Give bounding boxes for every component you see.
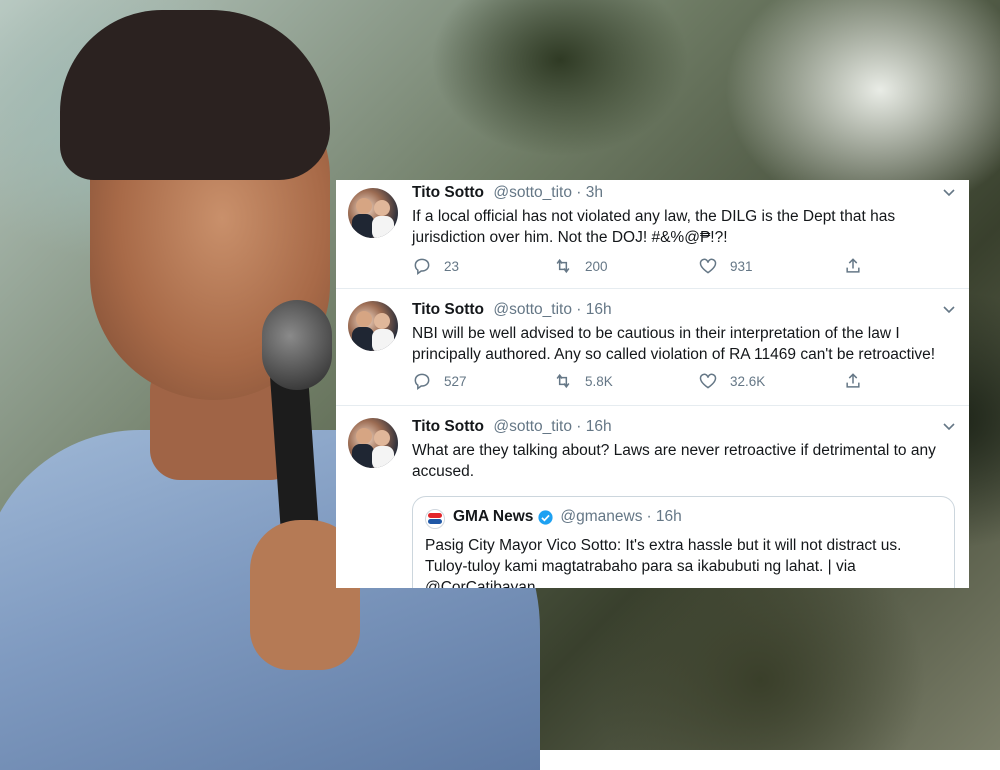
retweet-icon	[556, 373, 570, 389]
reply-button[interactable]: 23	[412, 256, 459, 276]
author-handle[interactable]: @sotto_tito	[493, 301, 572, 318]
tweet-time[interactable]: · 16h	[576, 418, 611, 435]
tweet-time[interactable]: · 16h	[576, 301, 611, 318]
author-name[interactable]: Tito Sotto	[412, 418, 484, 435]
gma-news-logo[interactable]	[425, 509, 445, 529]
tweet-actions: 23 200 931	[412, 256, 955, 278]
tweet[interactable]: Tito Sotto @sotto_tito · 16h NBI will be…	[336, 289, 969, 406]
chevron-down-icon[interactable]	[943, 186, 955, 198]
hair	[60, 10, 330, 180]
reply-icon	[414, 373, 430, 390]
share-icon	[846, 373, 860, 388]
retweet-icon	[556, 258, 570, 274]
share-button[interactable]	[843, 371, 875, 391]
author-handle[interactable]: @sotto_tito	[493, 184, 572, 201]
tweet[interactable]: Tito Sotto @sotto_tito · 3h If a local o…	[336, 180, 969, 289]
author-name[interactable]: Tito Sotto	[412, 301, 484, 318]
like-icon	[699, 373, 717, 389]
chevron-down-icon[interactable]	[943, 303, 955, 315]
quoted-tweet[interactable]: GMA News @gmanews · 16h Pasig City Mayor…	[412, 496, 955, 588]
retweet-count: 5.8K	[585, 373, 613, 389]
quoted-author-handle[interactable]: @gmanews	[560, 508, 642, 526]
quoted-tweet-time[interactable]: · 16h	[646, 508, 681, 526]
like-icon	[699, 258, 717, 274]
share-button[interactable]	[843, 256, 875, 276]
quoted-tweet-text: Pasig City Mayor Vico Sotto: It's extra …	[425, 537, 902, 588]
reply-button[interactable]: 527	[412, 371, 467, 391]
avatar[interactable]	[348, 301, 398, 351]
reply-count: 527	[444, 373, 467, 389]
avatar[interactable]	[348, 188, 398, 238]
tweet[interactable]: Tito Sotto @sotto_tito · 16h What are th…	[336, 406, 969, 588]
reply-count: 23	[444, 258, 460, 274]
reply-icon	[414, 258, 430, 275]
tweet-text: What are they talking about? Laws are ne…	[412, 442, 936, 480]
retweet-button[interactable]: 5.8K	[553, 371, 613, 391]
author-name[interactable]: Tito Sotto	[412, 184, 484, 201]
tweet-header: Tito Sotto @sotto_tito · 3h	[412, 184, 603, 202]
quoted-author-name[interactable]: GMA News	[453, 508, 533, 526]
share-icon	[846, 258, 860, 273]
tweet-header: Tito Sotto @sotto_tito · 16h	[412, 301, 612, 319]
like-button[interactable]: 931	[698, 256, 753, 276]
quoted-tweet-header: GMA News @gmanews · 16h	[453, 508, 682, 526]
retweet-count: 200	[585, 258, 608, 274]
tweet-text: NBI will be well advised to be cautious …	[412, 325, 936, 363]
verified-icon	[538, 509, 553, 525]
author-handle[interactable]: @sotto_tito	[493, 418, 572, 435]
like-count: 931	[730, 258, 753, 274]
chevron-down-icon[interactable]	[943, 420, 955, 432]
retweet-button[interactable]: 200	[553, 256, 608, 276]
avatar[interactable]	[348, 418, 398, 468]
tweet-header: Tito Sotto @sotto_tito · 16h	[412, 418, 612, 436]
microphone-head	[262, 300, 332, 390]
like-button[interactable]: 32.6K	[698, 371, 765, 391]
tweet-text: If a local official has not violated any…	[412, 208, 896, 246]
tweet-actions: 527 5.8K 32.6K	[412, 371, 955, 393]
tweet-time[interactable]: · 3h	[576, 184, 603, 201]
tweets-panel: Tito Sotto @sotto_tito · 3h If a local o…	[336, 180, 969, 588]
like-count: 32.6K	[730, 373, 766, 389]
